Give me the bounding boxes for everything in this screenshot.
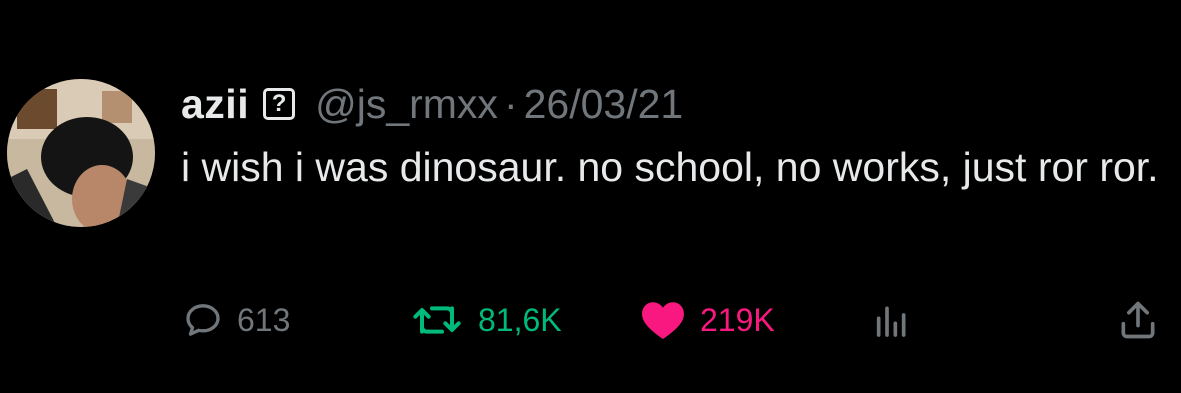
like-count: 219K xyxy=(700,301,775,338)
like-button[interactable]: 219K xyxy=(640,293,775,347)
share-button[interactable] xyxy=(1116,293,1160,347)
reply-button[interactable]: 613 xyxy=(183,293,290,347)
avatar-image xyxy=(7,79,155,227)
retweet-icon xyxy=(413,306,461,334)
question-label-icon[interactable]: ? xyxy=(263,88,296,120)
reply-icon xyxy=(186,304,220,336)
heart-icon xyxy=(642,302,684,340)
display-name[interactable]: azii xyxy=(181,81,249,128)
action-bar: 613 81,6K 219K xyxy=(0,293,1181,347)
retweet-button[interactable]: 81,6K xyxy=(410,293,562,347)
user-handle[interactable]: @js_rmxx xyxy=(315,81,498,128)
tweet-text: i wish i was dinosaur. no school, no wor… xyxy=(181,144,1159,190)
avatar[interactable] xyxy=(7,79,155,227)
views-button[interactable] xyxy=(872,293,912,347)
reply-count: 613 xyxy=(237,301,291,338)
separator-dot: · xyxy=(503,80,518,127)
analytics-icon xyxy=(876,306,906,337)
tweet-date[interactable]: 26/03/21 xyxy=(524,81,684,128)
retweet-count: 81,6K xyxy=(478,301,562,338)
share-icon xyxy=(1121,301,1155,339)
tweet-header: azii ? @js_rmxx · 26/03/21 xyxy=(181,80,683,128)
